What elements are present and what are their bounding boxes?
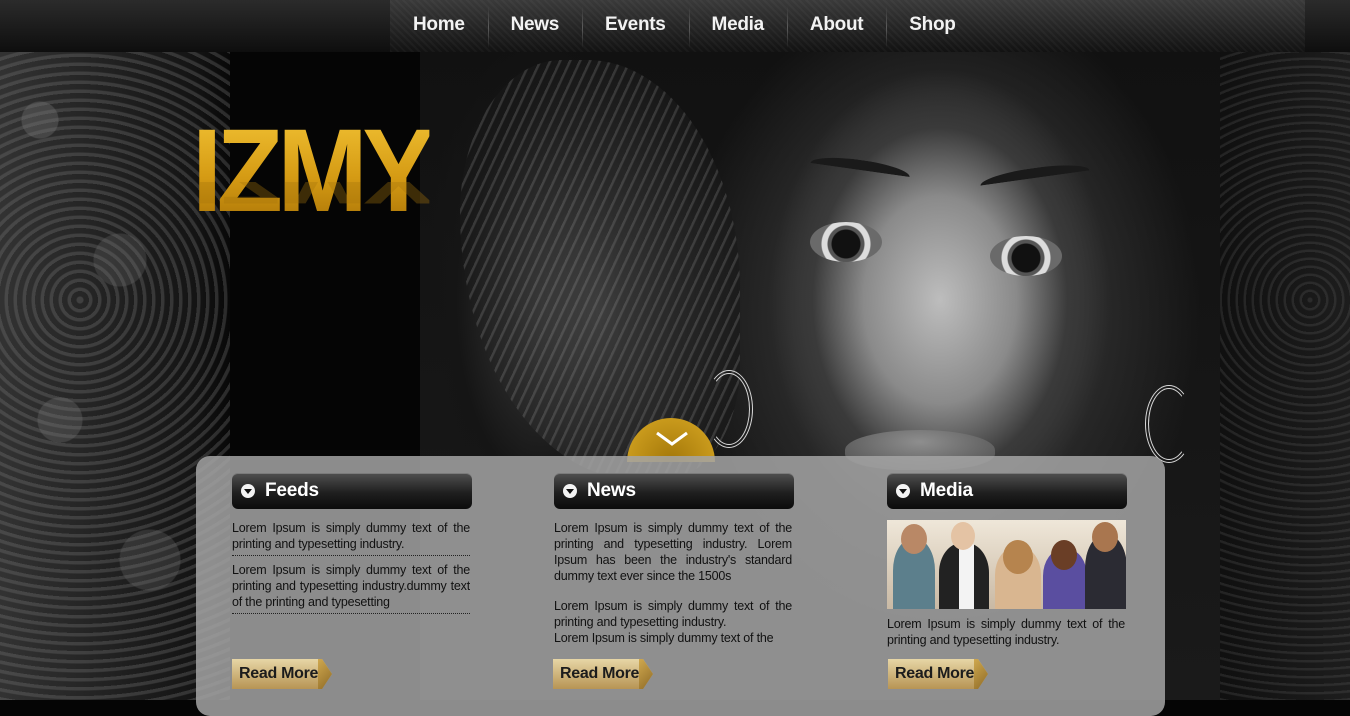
content-panel: Feeds Lorem Ipsum is simply dummy text o…: [196, 456, 1165, 716]
media-photo[interactable]: [887, 520, 1126, 609]
circle-arrow-down-icon: [241, 484, 255, 498]
nav-item-media[interactable]: Media: [688, 0, 787, 52]
photo-person: [1003, 540, 1033, 574]
nav-item-events[interactable]: Events: [582, 0, 689, 52]
nav-item-shop[interactable]: Shop: [886, 0, 978, 52]
hero-earring-right: [1145, 385, 1193, 463]
photo-person: [951, 522, 975, 550]
news-paragraph: Lorem Ipsum is simply dummy text of the …: [554, 599, 792, 629]
circle-arrow-down-icon: [896, 484, 910, 498]
feeds-paragraph: Lorem Ipsum is simply dummy text of the …: [232, 563, 470, 609]
news-column: News Lorem Ipsum is simply dummy text of…: [554, 473, 794, 646]
photo-person: [939, 543, 989, 609]
nav-menu: Home News Events Media About Shop: [390, 0, 979, 52]
news-paragraph: Lorem Ipsum is simply dummy text of the …: [554, 521, 792, 583]
nav-item-news[interactable]: News: [487, 0, 582, 52]
nav-item-about[interactable]: About: [786, 0, 886, 52]
media-header: Media: [887, 473, 1127, 509]
photo-person: [1092, 522, 1118, 552]
feeds-title: Feeds: [265, 480, 319, 501]
circle-arrow-down-icon: [563, 484, 577, 498]
media-read-more-button[interactable]: Read More: [888, 659, 988, 689]
hero-eye-left: [810, 222, 882, 262]
feeds-paragraph: Lorem Ipsum is simply dummy text of the …: [232, 521, 470, 551]
dotted-divider: [232, 554, 470, 556]
media-column: Media Lorem Ipsum is simply dummy text o…: [887, 473, 1127, 648]
site-logo[interactable]: IZMY: [192, 112, 435, 230]
top-navigation: Home News Events Media About Shop: [0, 0, 1350, 52]
news-read-more-button[interactable]: Read More: [553, 659, 653, 689]
feeds-header: Feeds: [232, 473, 472, 509]
news-header: News: [554, 473, 794, 509]
news-title: News: [587, 480, 636, 501]
hero-eye-right: [990, 236, 1062, 276]
photo-person: [901, 524, 927, 554]
photo-person: [1051, 540, 1077, 570]
chevron-down-icon: [656, 431, 688, 446]
nav-item-home[interactable]: Home: [390, 0, 488, 52]
hero-earring-left: [705, 370, 753, 448]
media-title: Media: [920, 480, 973, 501]
news-paragraph: Lorem Ipsum is simply dummy text of the: [554, 631, 774, 645]
feeds-column: Feeds Lorem Ipsum is simply dummy text o…: [232, 473, 472, 620]
dotted-divider: [232, 612, 470, 614]
feeds-read-more-button[interactable]: Read More: [232, 659, 332, 689]
site-logo-reflection: IZMY: [192, 182, 429, 212]
media-caption: Lorem Ipsum is simply dummy text of the …: [887, 617, 1125, 647]
